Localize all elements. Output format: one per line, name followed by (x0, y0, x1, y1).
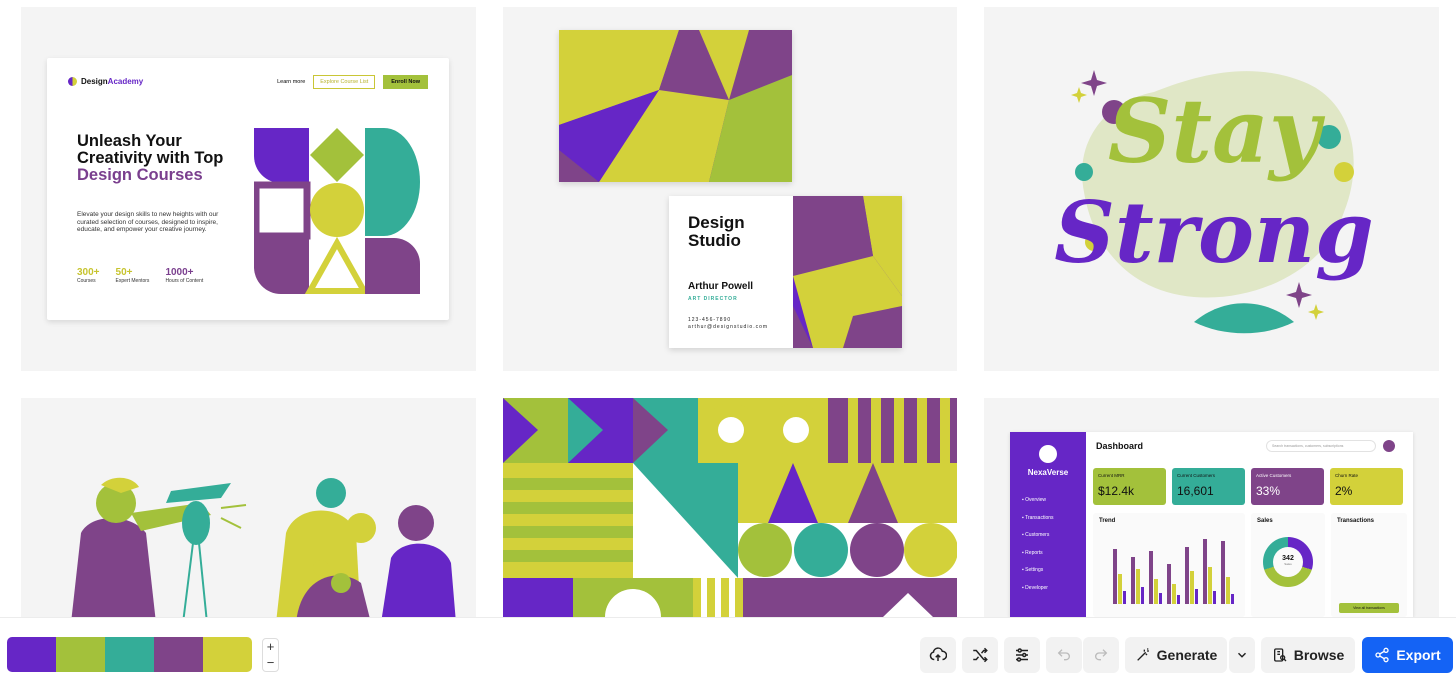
zoom-in-button[interactable]: + (263, 639, 278, 655)
swatch-teal[interactable] (105, 637, 154, 672)
nav-learn-more: Learn more (277, 79, 306, 85)
sales-center-label: Sales (1284, 562, 1292, 566)
person-name: Arthur Powell (688, 281, 754, 292)
academy-logo: Design Academy (68, 77, 143, 86)
upload-button[interactable] (920, 637, 956, 673)
share-icon (1375, 647, 1389, 663)
stat-item: 1000+ Hours of Content (165, 267, 204, 284)
geometric-pattern (503, 398, 957, 617)
person-email: arthur@designstudio.com (688, 324, 769, 330)
landing-headline: Unleash Your Creativity with Top Design … (77, 133, 247, 184)
browse-label: Browse (1293, 647, 1345, 663)
redo-button[interactable] (1083, 637, 1119, 673)
swatch-plum[interactable] (154, 637, 203, 672)
sales-panel: Sales 342 Sales (1251, 513, 1325, 617)
browse-button[interactable]: Browse (1261, 637, 1355, 673)
sales-center-value: 342 (1282, 555, 1294, 562)
transactions-title: Transactions (1337, 518, 1375, 524)
logo-icon (68, 77, 77, 86)
card-landing-page[interactable]: Design Academy Learn more Explore Course … (21, 7, 476, 371)
export-button[interactable]: Export (1362, 637, 1453, 673)
adjust-button[interactable] (1004, 637, 1040, 673)
sales-donut: 342 Sales (1263, 537, 1313, 587)
cloud-upload-icon (929, 647, 947, 661)
trend-title: Trend (1099, 518, 1116, 524)
kpi-card: Current MRR $12.4k (1093, 468, 1166, 505)
landing-page-preview: Design Academy Learn more Explore Course … (47, 58, 449, 320)
sales-title: Sales (1257, 518, 1273, 524)
transactions-panel: Transactions View all transactions (1331, 513, 1407, 617)
landing-nav: Learn more Explore Course List Enroll No… (277, 75, 428, 89)
lettering-line2: Strong (1054, 183, 1374, 282)
landing-stats: 300+ Courses 50+ Expert Mentors 1000+ Hours… (77, 267, 203, 284)
landing-paragraph: Elevate your design skills to new height… (77, 211, 219, 233)
shuffle-button[interactable] (962, 637, 998, 673)
dashboard-preview: NexaVerse ▪ Overview ▪ Transactions ▪ Cu… (1010, 432, 1413, 617)
business-card-back (559, 30, 792, 182)
card-lettering[interactable]: Stay Strong (984, 7, 1439, 371)
headline-part-b: Design Courses (77, 166, 203, 184)
geometric-shapes-art (254, 128, 420, 294)
lettering-line1: Stay (1108, 79, 1326, 183)
kpi-card: Active Customers 33% (1251, 468, 1324, 505)
color-palette[interactable] (7, 637, 252, 672)
swatch-green[interactable] (56, 637, 105, 672)
sidebar-nav: ▪ Overview ▪ Transactions ▪ Customers ▪ … (1022, 492, 1054, 597)
gallery: Design Academy Learn more Explore Course … (0, 0, 1456, 617)
sidebar-item-reports: ▪ Reports (1022, 549, 1043, 556)
dashboard-title: Dashboard (1096, 441, 1144, 451)
dashboard-brand: NexaVerse (1027, 468, 1069, 477)
people-illustration (71, 477, 456, 617)
browse-icon (1273, 648, 1287, 662)
swatch-purple[interactable] (7, 637, 56, 672)
person-role: ART DIRECTOR (688, 296, 738, 302)
front-card-pattern (793, 196, 902, 348)
sidebar-item-developer: ▪ Developer (1022, 584, 1048, 591)
nexaverse-logo-icon (1039, 445, 1057, 463)
dashboard-search: Search transactions, customers, subscrip… (1266, 440, 1376, 452)
stay-strong-lettering: Stay Strong (1054, 70, 1374, 334)
kpi-card: Current Customers 16,601 (1172, 468, 1245, 505)
generate-button[interactable]: Generate (1125, 637, 1227, 673)
chevron-down-icon (1237, 652, 1247, 658)
undo-icon (1057, 649, 1070, 661)
shuffle-icon (973, 647, 988, 663)
swatch-yellow[interactable] (203, 637, 252, 672)
dashboard-sidebar: NexaVerse ▪ Overview ▪ Transactions ▪ Cu… (1010, 432, 1086, 617)
trend-panel: Trend (1093, 513, 1245, 617)
generate-options-button[interactable] (1229, 637, 1255, 673)
redo-icon (1095, 649, 1108, 661)
kpi-row: Current MRR $12.4k Current Customers 16,60… (1093, 468, 1403, 505)
bottom-toolbar: + − Generate Browse Export (0, 617, 1456, 683)
generate-label: Generate (1156, 647, 1218, 663)
export-label: Export (1396, 647, 1441, 663)
nav-explore-button: Explore Course List (313, 75, 376, 89)
kpi-card: Churn Rate 2% (1330, 468, 1403, 505)
card-illustration[interactable] (21, 398, 476, 617)
zoom-control: + − (262, 638, 279, 672)
person-phone: 123-456-7890 (688, 317, 732, 323)
brand-b: Academy (107, 77, 144, 86)
sidebar-item-settings: ▪ Settings (1022, 567, 1044, 573)
sidebar-item-transactions: ▪ Transactions (1022, 514, 1054, 521)
card-business-card[interactable]: Design Studio Arthur Powell ART DIRECTOR … (503, 7, 957, 371)
zoom-out-button[interactable]: − (263, 655, 278, 671)
nav-enroll-button: Enroll Now (383, 75, 428, 89)
trend-bar-chart (1113, 539, 1234, 604)
undo-button[interactable] (1046, 637, 1082, 673)
sidebar-item-overview: ▪ Overview (1022, 497, 1047, 503)
stat-item: 300+ Courses (77, 267, 100, 284)
magic-wand-icon (1136, 648, 1149, 661)
sidebar-item-customers: ▪ Customers (1022, 532, 1050, 538)
card-dashboard[interactable]: NexaVerse ▪ Overview ▪ Transactions ▪ Cu… (984, 398, 1439, 617)
stat-item: 50+ Expert Mentors (115, 267, 150, 284)
dashboard-avatar (1383, 440, 1395, 452)
business-card-front: Design Studio Arthur Powell ART DIRECTOR … (669, 196, 902, 348)
brand-a: Design (81, 77, 108, 86)
studio-title: Design Studio (688, 213, 745, 250)
view-all-transactions: View all transactions (1339, 603, 1399, 613)
sliders-icon (1016, 648, 1028, 662)
headline-part-a: Unleash Your Creativity with Top (77, 132, 224, 167)
card-pattern[interactable] (503, 398, 957, 617)
